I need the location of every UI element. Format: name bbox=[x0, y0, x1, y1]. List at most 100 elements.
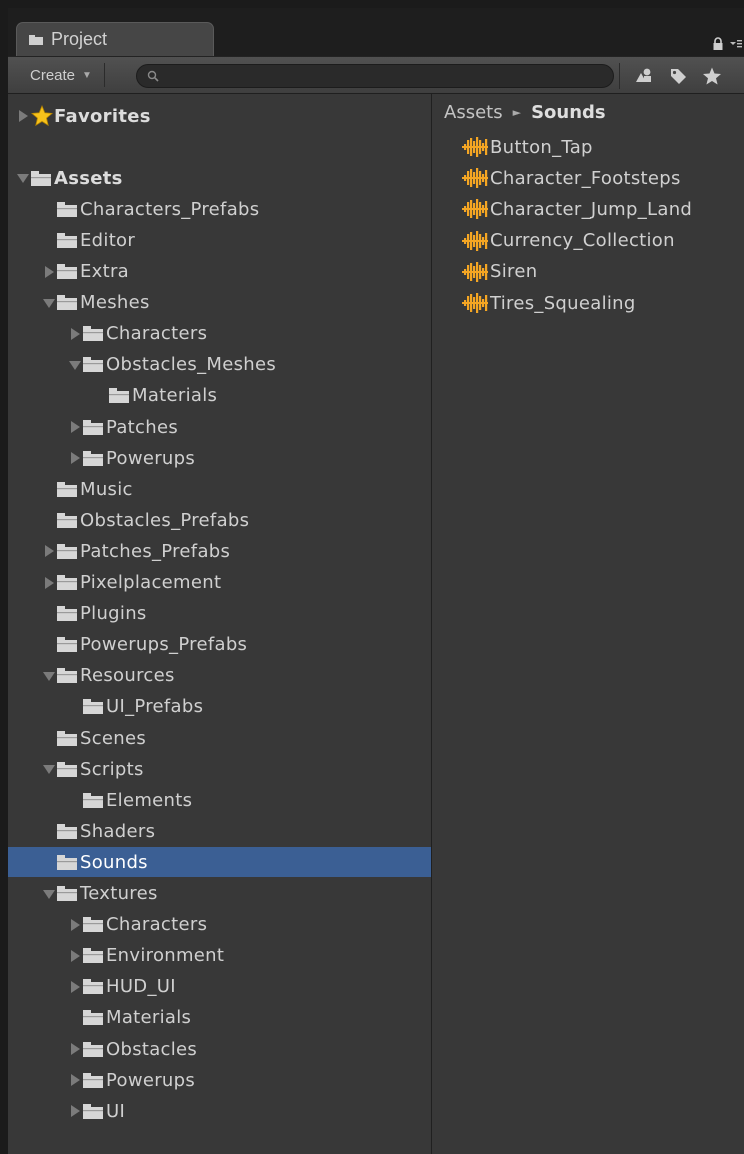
search-input[interactable] bbox=[165, 67, 589, 85]
tree-item-extra[interactable]: Extra bbox=[8, 257, 431, 287]
tree-item-plugins[interactable]: Plugins bbox=[8, 599, 431, 629]
folder-icon bbox=[57, 668, 77, 684]
folder-icon bbox=[83, 1103, 103, 1119]
expanded-arrow-icon[interactable] bbox=[42, 762, 56, 776]
tab-project[interactable]: Project bbox=[16, 22, 214, 56]
asset-item[interactable]: Tires_Squealing bbox=[462, 288, 636, 318]
folder-icon bbox=[83, 1041, 103, 1057]
tree-item-scripts[interactable]: Scripts bbox=[8, 754, 431, 784]
collapsed-arrow-icon[interactable] bbox=[42, 544, 56, 558]
tree-item-music[interactable]: Music bbox=[8, 474, 431, 504]
collapsed-arrow-icon[interactable] bbox=[68, 420, 82, 434]
tree-item-favorites[interactable]: Favorites bbox=[8, 101, 431, 131]
tree-item-scenes[interactable]: Scenes bbox=[8, 723, 431, 753]
asset-item-label: Currency_Collection bbox=[490, 230, 675, 252]
tree-item-patches[interactable]: Patches bbox=[8, 412, 431, 442]
tree-item-powerups-prefabs[interactable]: Powerups_Prefabs bbox=[8, 630, 431, 660]
folder-icon bbox=[83, 948, 103, 964]
tree-item-meshes[interactable]: Meshes bbox=[8, 288, 431, 318]
folder-icon bbox=[83, 1072, 103, 1088]
collapsed-arrow-icon[interactable] bbox=[68, 1042, 82, 1056]
expanded-arrow-icon[interactable] bbox=[16, 171, 30, 185]
tree-item-characters[interactable]: Characters bbox=[8, 910, 431, 940]
tree-item-label: Shaders bbox=[80, 820, 156, 842]
create-dropdown[interactable]: Create ▼ bbox=[16, 63, 105, 87]
collapsed-arrow-icon[interactable] bbox=[68, 1073, 82, 1087]
breadcrumb-current: Sounds bbox=[531, 102, 606, 123]
tree-item-patches-prefabs[interactable]: Patches_Prefabs bbox=[8, 536, 431, 566]
tree-item-label: UI_Prefabs bbox=[106, 696, 204, 718]
tree-item-label: Characters bbox=[106, 914, 208, 936]
tree-item-materials[interactable]: Materials bbox=[8, 381, 431, 411]
tree-item-label: Characters_Prefabs bbox=[80, 198, 260, 220]
asset-item[interactable]: Button_Tap bbox=[462, 132, 593, 162]
arrow-spacer bbox=[68, 700, 82, 714]
collapsed-arrow-icon[interactable] bbox=[68, 451, 82, 465]
tree-item-obstacles[interactable]: Obstacles bbox=[8, 1034, 431, 1064]
tree-item-label: Resources bbox=[80, 665, 175, 687]
tree-item-textures[interactable]: Textures bbox=[8, 879, 431, 909]
tree-item-elements[interactable]: Elements bbox=[8, 785, 431, 815]
collapsed-arrow-icon[interactable] bbox=[68, 327, 82, 341]
expanded-arrow-icon[interactable] bbox=[68, 358, 82, 372]
tree-item-powerups[interactable]: Powerups bbox=[8, 1065, 431, 1095]
tree-item-powerups[interactable]: Powerups bbox=[8, 443, 431, 473]
breadcrumb-assets[interactable]: Assets bbox=[444, 102, 503, 123]
folder-icon bbox=[57, 823, 77, 839]
folder-icon bbox=[57, 637, 77, 653]
tree-item-ui[interactable]: UI bbox=[8, 1096, 431, 1126]
tree-item-obstacles-meshes[interactable]: Obstacles_Meshes bbox=[8, 350, 431, 380]
search-field[interactable] bbox=[136, 64, 614, 88]
audio-clip-icon bbox=[462, 168, 488, 189]
tree-item-resources[interactable]: Resources bbox=[8, 661, 431, 691]
asset-item[interactable]: Siren bbox=[462, 257, 537, 287]
tree-item-label: Favorites bbox=[54, 105, 151, 127]
lock-icon[interactable] bbox=[712, 37, 724, 51]
tree-item-characters-prefabs[interactable]: Characters_Prefabs bbox=[8, 194, 431, 224]
collapsed-arrow-icon[interactable] bbox=[68, 949, 82, 963]
expanded-arrow-icon[interactable] bbox=[42, 296, 56, 310]
tree-item-pixelplacement[interactable]: Pixelplacement bbox=[8, 568, 431, 598]
collapsed-arrow-icon[interactable] bbox=[42, 576, 56, 590]
asset-item[interactable]: Currency_Collection bbox=[462, 226, 675, 256]
tree-item-ui-prefabs[interactable]: UI_Prefabs bbox=[8, 692, 431, 722]
expanded-arrow-icon[interactable] bbox=[42, 887, 56, 901]
asset-item[interactable]: Character_Footsteps bbox=[462, 163, 681, 193]
tree-item-label: Scripts bbox=[80, 758, 144, 780]
asset-item-label: Siren bbox=[490, 261, 538, 283]
arrow-spacer bbox=[42, 824, 56, 838]
tree-item-sounds[interactable]: Sounds bbox=[8, 847, 431, 878]
audio-clip-icon bbox=[462, 261, 488, 282]
collapsed-arrow-icon[interactable] bbox=[16, 109, 30, 123]
tree-item-environment[interactable]: Environment bbox=[8, 941, 431, 971]
filter-by-label-icon[interactable] bbox=[668, 66, 688, 86]
collapsed-arrow-icon[interactable] bbox=[68, 918, 82, 932]
tree-item-label: Patches_Prefabs bbox=[80, 540, 231, 562]
tree-item-label: Patches bbox=[106, 416, 178, 438]
filter-by-type-icon[interactable] bbox=[634, 66, 654, 86]
folder-icon bbox=[57, 264, 77, 279]
folder-tree: Favorites Assets Characters_Prefabs Editor E… bbox=[8, 94, 431, 1154]
tree-item-characters[interactable]: Characters bbox=[8, 319, 431, 349]
tree-item-shaders[interactable]: Shaders bbox=[8, 816, 431, 846]
folder-icon bbox=[57, 761, 77, 777]
tree-item-label: Music bbox=[80, 478, 133, 500]
tree-item-obstacles-prefabs[interactable]: Obstacles_Prefabs bbox=[8, 505, 431, 535]
asset-item[interactable]: Character_Jump_Land bbox=[462, 194, 692, 224]
tree-item-label: Powerups_Prefabs bbox=[80, 634, 248, 656]
favorite-star-icon[interactable] bbox=[702, 66, 722, 86]
collapsed-arrow-icon[interactable] bbox=[68, 980, 82, 994]
tree-item-hud-ui[interactable]: HUD_UI bbox=[8, 972, 431, 1002]
folder-icon bbox=[57, 543, 77, 559]
tree-item-editor[interactable]: Editor bbox=[8, 225, 431, 255]
tree-item-label: Environment bbox=[106, 945, 225, 967]
asset-item-label: Character_Jump_Land bbox=[490, 198, 693, 220]
collapsed-arrow-icon[interactable] bbox=[68, 1104, 82, 1118]
collapsed-arrow-icon[interactable] bbox=[42, 265, 56, 279]
tree-item-materials[interactable]: Materials bbox=[8, 1003, 431, 1033]
folder-icon bbox=[83, 450, 103, 466]
context-menu-icon[interactable] bbox=[730, 38, 742, 50]
expanded-arrow-icon[interactable] bbox=[42, 669, 56, 683]
tree-item-assets[interactable]: Assets bbox=[8, 163, 431, 193]
